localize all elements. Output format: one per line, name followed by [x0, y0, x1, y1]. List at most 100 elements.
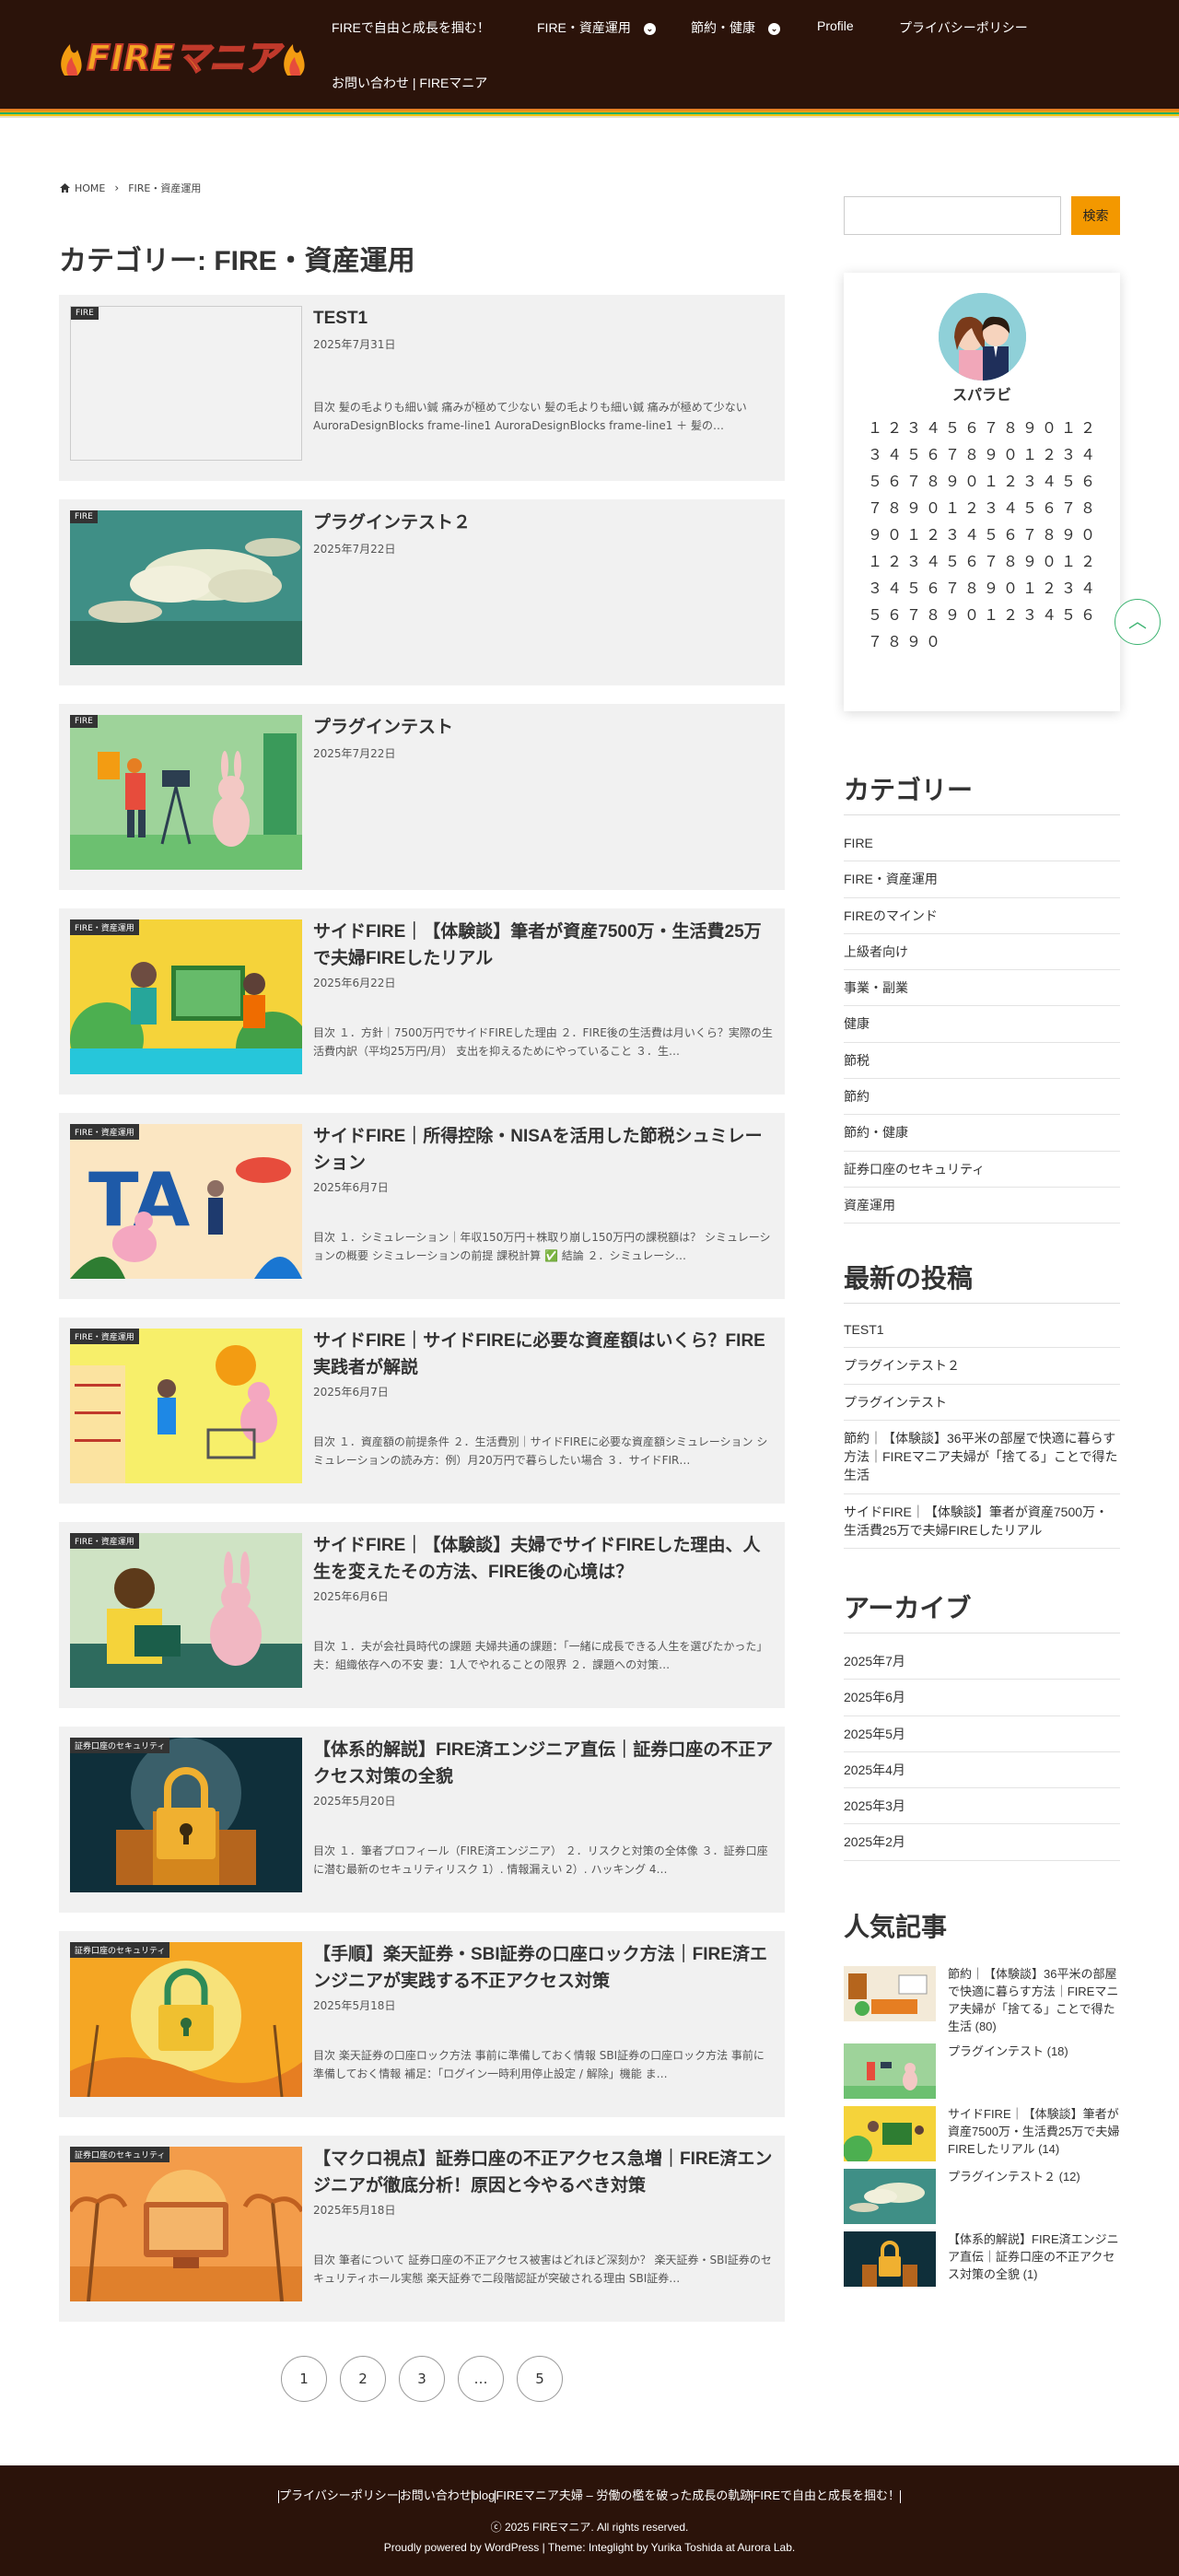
chevron-down-icon[interactable]: ⌄ — [768, 22, 780, 35]
pagination-page-3[interactable]: 3 — [399, 2356, 445, 2402]
post-title[interactable]: 【マクロ視点】証券口座の不正アクセス急増｜FIRE済エンジニアが徹底分析！原因と… — [313, 2147, 774, 2199]
popular-post-thumbnail[interactable] — [844, 2106, 936, 2161]
pagination-page-2[interactable]: 2 — [340, 2356, 386, 2402]
archive-link[interactable]: 2025年4月 — [844, 1752, 1120, 1789]
category-badge: FIRE — [70, 510, 98, 523]
archive-link[interactable]: 2025年3月 — [844, 1788, 1120, 1825]
post-card[interactable]: 証券口座のセキュリティ 【手順】楽天証券・SBI証券の口座ロック方法｜FIRE済… — [59, 1931, 785, 2117]
popular-post-title[interactable]: プラグインテスト２ (12) — [948, 2169, 1123, 2186]
popular-post-title[interactable]: プラグインテスト (18) — [948, 2043, 1123, 2061]
post-card[interactable]: FIRE プラグインテスト 2025年7月22日 — [59, 704, 785, 890]
post-card[interactable]: 証券口座のセキュリティ 【マクロ視点】証券口座の不正アクセス急増｜FIRE済エン… — [59, 2136, 785, 2322]
category-badge: FIRE — [71, 307, 99, 320]
post-title[interactable]: 【体系的解説】FIRE済エンジニア直伝｜証券口座の不正アクセス対策の全貌 — [313, 1738, 774, 1790]
search-button[interactable]: 検索 — [1071, 196, 1120, 235]
category-link[interactable]: 証券口座のセキュリティ — [844, 1152, 1120, 1188]
category-link[interactable]: 節税 — [844, 1043, 1120, 1080]
popular-post-thumbnail[interactable] — [844, 2231, 936, 2287]
post-thumbnail[interactable]: 証券口座のセキュリティ — [70, 1738, 302, 1892]
archive-link[interactable]: 2025年7月 — [844, 1644, 1120, 1680]
post-card[interactable]: FIRE プラグインテスト２ 2025年7月22日 — [59, 499, 785, 685]
category-link[interactable]: FIRE — [844, 825, 1120, 862]
nav-item-fire-freedom[interactable]: FIREで自由と成長を掴む！ — [332, 18, 490, 37]
popular-post-title[interactable]: サイドFIRE｜【体験談】筆者が資産7500万・生活費25万で夫婦FIREしたリ… — [948, 2106, 1123, 2159]
couple-avatar-icon — [939, 293, 1026, 381]
post-title[interactable]: サイドFIRE｜所得控除・NISAを活用した節税シュミレーション — [313, 1124, 774, 1177]
footer-link-blog[interactable]: blog — [473, 2488, 496, 2502]
post-thumbnail[interactable]: FIRE — [70, 306, 302, 461]
post-title[interactable]: サイドFIRE｜【体験談】夫婦でサイドFIREした理由、人生を変えたその方法、F… — [313, 1533, 774, 1586]
category-link[interactable]: FIREのマインド — [844, 898, 1120, 934]
popular-post-item[interactable]: プラグインテスト (18) — [844, 2043, 1120, 2099]
post-title[interactable]: サイドFIRE｜【体験談】筆者が資産7500万・生活費25万で夫婦FIREしたリ… — [313, 919, 774, 972]
category-link[interactable]: 事業・副業 — [844, 970, 1120, 1007]
avatar — [939, 293, 1026, 381]
post-card[interactable]: FIRE・資産運用 サイドFIRE｜【体験談】夫婦でサイドFIREした理由、人生… — [59, 1522, 785, 1708]
category-link[interactable]: 健康 — [844, 1006, 1120, 1043]
post-card[interactable]: 証券口座のセキュリティ 【体系的解説】FIRE済エンジニア直伝｜証券口座の不正ア… — [59, 1727, 785, 1913]
post-title[interactable]: サイドFIRE｜サイドFIREに必要な資産額はいくら？FIRE実践者が解説 — [313, 1329, 774, 1381]
pagination-page-1[interactable]: 1 — [281, 2356, 327, 2402]
nav-item-fire-investment[interactable]: FIRE・資産運用 ⌄ — [537, 18, 656, 37]
recent-post-link[interactable]: プラグインテスト２ — [844, 1348, 1120, 1385]
footer-link-fire[interactable]: FIREで自由と成長を掴む！ — [753, 2488, 900, 2502]
post-date: 2025年7月22日 — [313, 543, 396, 556]
footer-link-label: FIREマニア夫婦 – 労働の檻を破った成長の軌跡 — [496, 2488, 753, 2502]
footer-link-couple[interactable]: FIREマニア夫婦 – 労働の檻を破った成長の軌跡 — [496, 2488, 752, 2502]
post-thumbnail[interactable]: FIRE — [70, 510, 302, 665]
nav-item-profile[interactable]: Profile — [817, 18, 854, 33]
post-thumbnail[interactable]: FIRE・資産運用 — [70, 1329, 302, 1483]
post-card[interactable]: FIRE TEST1 2025年7月31日 目次 髪の毛よりも細い鍼 痛みが極め… — [59, 295, 785, 481]
popular-post-thumbnail[interactable] — [844, 2169, 936, 2224]
post-title[interactable]: TEST1 — [313, 306, 774, 333]
popular-post-item[interactable]: プラグインテスト２ (12) — [844, 2169, 1120, 2224]
post-card[interactable]: FIRE・資産運用 サイドFIRE｜サイドFIREに必要な資産額はいくら？FIR… — [59, 1317, 785, 1504]
chevron-down-icon[interactable]: ⌄ — [643, 22, 656, 35]
footer-link-privacy[interactable]: プライバシーポリシー — [279, 2488, 399, 2502]
post-thumbnail[interactable]: 証券口座のセキュリティ — [70, 2147, 302, 2301]
post-card[interactable]: TA FIRE・資産運用 サイドFIRE｜所得控除・NISAを活用した節税シュミ… — [59, 1113, 785, 1299]
recent-post-link[interactable]: TEST1 — [844, 1312, 1120, 1349]
post-thumbnail[interactable]: FIRE — [70, 715, 302, 870]
pagination-page-5[interactable]: 5 — [517, 2356, 563, 2402]
post-card[interactable]: FIRE・資産運用 サイドFIRE｜【体験談】筆者が資産7500万・生活費25万… — [59, 908, 785, 1095]
popular-post-thumbnail[interactable] — [844, 2043, 936, 2099]
recent-post-link[interactable]: 節約｜【体験談】36平米の部屋で快適に暮らす方法｜FIREマニア夫婦が「捨てる」… — [844, 1421, 1120, 1494]
recent-post-link[interactable]: プラグインテスト — [844, 1385, 1120, 1421]
category-link[interactable]: 資産運用 — [844, 1188, 1120, 1224]
popular-post-thumbnail[interactable] — [844, 1966, 936, 2021]
category-link[interactable]: FIRE・資産運用 — [844, 861, 1120, 898]
post-thumbnail[interactable]: FIRE・資産運用 — [70, 919, 302, 1074]
post-thumbnail[interactable]: TA FIRE・資産運用 — [70, 1124, 302, 1279]
scroll-to-top-button[interactable]: ︿ — [1115, 599, 1161, 645]
category-link[interactable]: 節約 — [844, 1079, 1120, 1116]
archive-link[interactable]: 2025年6月 — [844, 1680, 1120, 1716]
recent-post-link[interactable]: サイドFIRE｜【体験談】筆者が資産7500万・生活費25万で夫婦FIREしたリ… — [844, 1494, 1120, 1550]
nav-item-saving-health[interactable]: 節約・健康 ⌄ — [691, 18, 780, 37]
post-thumbnail[interactable]: FIRE・資産運用 — [70, 1533, 302, 1688]
popular-post-item[interactable]: 節約｜【体験談】36平米の部屋で快適に暮らす方法｜FIREマニア夫婦が「捨てる」… — [844, 1966, 1120, 2033]
post-title[interactable]: プラグインテスト２ — [313, 510, 774, 537]
post-thumbnail[interactable]: 証券口座のセキュリティ — [70, 1942, 302, 2097]
breadcrumb-home[interactable]: HOME — [75, 182, 105, 194]
popular-post-item[interactable]: 【体系的解説】FIRE済エンジニア直伝｜証券口座の不正アクセス対策の全貌 (1) — [844, 2231, 1120, 2287]
category-link[interactable]: 節約・健康 — [844, 1115, 1120, 1152]
footer-link-contact[interactable]: お問い合わせ — [400, 2488, 472, 2502]
post-excerpt: 目次 １．シミュレーション｜年収150万円＋株取り崩し150万円の課税額は？ シ… — [313, 1231, 771, 1263]
popular-post-title[interactable]: 【体系的解説】FIRE済エンジニア直伝｜証券口座の不正アクセス対策の全貌 (1) — [948, 2231, 1123, 2284]
site-logo[interactable]: FIREマニア — [57, 28, 315, 83]
archive-link[interactable]: 2025年2月 — [844, 1824, 1120, 1861]
category-link[interactable]: 上級者向け — [844, 934, 1120, 971]
nav-item-privacy[interactable]: プライバシーポリシー — [899, 18, 1028, 37]
popular-post-item[interactable]: サイドFIRE｜【体験談】筆者が資産7500万・生活費25万で夫婦FIREしたリ… — [844, 2106, 1120, 2161]
svg-text:FIREマニア: FIREマニア — [87, 38, 284, 78]
search-input[interactable] — [844, 196, 1061, 235]
popular-post-title[interactable]: 節約｜【体験談】36平米の部屋で快適に暮らす方法｜FIREマニア夫婦が「捨てる」… — [948, 1966, 1123, 2035]
post-date: 2025年6月7日 — [313, 1181, 389, 1194]
profile-text: １２３４５６７８９０１２３４５６７８９０１２３４５６７８９０１２３４５６７８９０… — [868, 419, 1101, 650]
post-title[interactable]: プラグインテスト — [313, 715, 774, 742]
archive-link[interactable]: 2025年5月 — [844, 1716, 1120, 1752]
nav-item-contact[interactable]: お問い合わせ | FIREマニア — [332, 74, 487, 92]
post-title[interactable]: 【手順】楽天証券・SBI証券の口座ロック方法｜FIRE済エンジニアが実践する不正… — [313, 1942, 774, 1995]
category-badge: FIRE・資産運用 — [70, 1124, 139, 1140]
